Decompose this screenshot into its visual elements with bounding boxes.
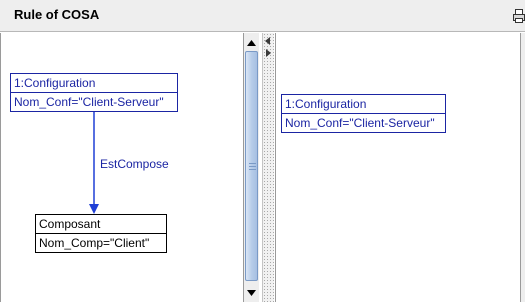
- right-configuration-node[interactable]: 1:Configuration Nom_Conf="Client-Serveur…: [281, 94, 446, 133]
- title-bar: Rule of COSA: [0, 0, 525, 32]
- configuration-node-attribute: Nom_Conf="Client-Serveur": [11, 92, 177, 111]
- window-title: Rule of COSA: [14, 7, 100, 22]
- composant-node-attribute: Nom_Comp="Client": [36, 233, 166, 252]
- relation-label: EstCompose: [100, 157, 169, 171]
- right-configuration-node-attribute: Nom_Conf="Client-Serveur": [282, 113, 445, 132]
- composant-node[interactable]: Composant Nom_Comp="Client": [35, 214, 167, 253]
- configuration-node-header: 1:Configuration: [14, 76, 96, 90]
- scroll-down-arrow-icon[interactable]: [244, 285, 259, 300]
- scroll-thumb[interactable]: [245, 51, 258, 281]
- right-configuration-node-header: 1:Configuration: [285, 97, 367, 111]
- left-diagram-pane[interactable]: 1:Configuration Nom_Conf="Client-Serveur…: [0, 33, 243, 302]
- divider-right-arrow-icon[interactable]: [264, 49, 272, 57]
- left-vertical-scrollbar[interactable]: [243, 33, 259, 302]
- split-pane-divider[interactable]: [262, 33, 274, 302]
- right-vertical-scrollbar[interactable]: [520, 33, 525, 302]
- print-icon[interactable]: [513, 9, 525, 23]
- composant-node-header: Composant: [39, 217, 101, 231]
- configuration-node[interactable]: 1:Configuration Nom_Conf="Client-Serveur…: [10, 73, 178, 112]
- scroll-up-arrow-icon[interactable]: [244, 35, 259, 50]
- divider-left-arrow-icon[interactable]: [264, 37, 272, 45]
- right-diagram-pane[interactable]: 1:Configuration Nom_Conf="Client-Serveur…: [275, 33, 520, 302]
